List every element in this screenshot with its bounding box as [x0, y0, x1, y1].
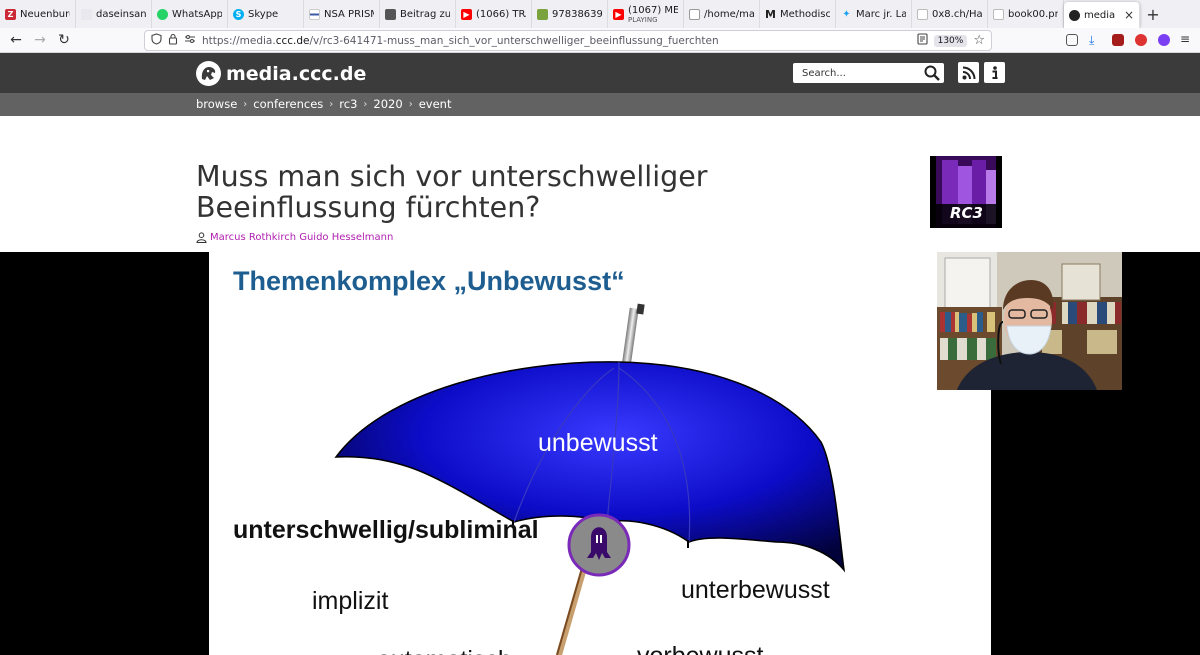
ccc-logo-icon: [196, 61, 221, 86]
ccc-icon: [1069, 9, 1080, 21]
rss-icon: [962, 66, 975, 79]
umbrella-label: unbewusst: [538, 429, 658, 457]
url-bar[interactable]: https://media.ccc.de/v/rc3-641471-muss_m…: [144, 30, 992, 51]
reload-icon[interactable]: ↻: [52, 30, 76, 50]
slide-label-unterbewusst: unterbewusst: [681, 576, 830, 604]
tab[interactable]: MMethodisch: [760, 0, 836, 28]
flag-icon: [309, 8, 320, 20]
zoom-level[interactable]: 130%: [933, 34, 968, 47]
m-icon: M: [765, 7, 776, 21]
chevron-right-icon: ›: [329, 98, 334, 110]
rss-button[interactable]: [958, 62, 979, 83]
lock-icon[interactable]: [168, 33, 178, 48]
breadcrumb-browse[interactable]: browse: [196, 97, 237, 111]
chevron-right-icon: ›: [243, 98, 248, 110]
site-logo[interactable]: media.ccc.de: [196, 61, 366, 86]
tab-strip: ZNeuenburg daseinsanalyse WhatsApp SSkyp…: [0, 0, 1200, 28]
file-icon: [689, 8, 700, 20]
breadcrumb-2020[interactable]: 2020: [373, 97, 402, 111]
search-input[interactable]: Search...: [793, 63, 944, 83]
skype-icon: S: [233, 8, 244, 20]
chevron-right-icon: ›: [363, 98, 368, 110]
person-icon: [196, 232, 207, 243]
tab[interactable]: WhatsApp: [152, 0, 228, 28]
tab[interactable]: ▶(1067) MELPLAYING: [608, 0, 684, 28]
youtube-icon: ▶: [461, 8, 472, 20]
page-icon: [917, 8, 928, 20]
tab[interactable]: /home/marc/m: [684, 0, 760, 28]
page-icon: [385, 8, 396, 20]
image-icon: [993, 8, 1004, 20]
tab[interactable]: ✦Marc jr. Lan: [836, 0, 912, 28]
download-icon[interactable]: ⤓: [1089, 34, 1101, 46]
conference-logo[interactable]: RC3: [930, 156, 1002, 228]
persons-link[interactable]: Marcus Rothkirch Guido Hesselmann: [210, 232, 393, 243]
slide-label-vorbewusst: vorbewusst: [637, 642, 763, 655]
page-title: Muss man sich vor unterschwelliger Beein…: [196, 160, 708, 224]
site-header: media.ccc.de Search...: [0, 53, 1200, 93]
slide-label-subliminal: unterschwellig/subliminal: [233, 516, 539, 544]
shield-icon[interactable]: [151, 33, 162, 48]
zotero-icon: Z: [5, 8, 16, 20]
tab[interactable]: daseinsanalyse: [76, 0, 152, 28]
whatsapp-icon: [157, 8, 168, 20]
breadcrumb-event[interactable]: event: [419, 97, 452, 111]
navigation-bar: ← → ↻ https://media.ccc.de/v/rc3-641471-…: [0, 28, 1200, 53]
tab-active[interactable]: media.ccc×: [1064, 2, 1140, 28]
speaker-webcam: [937, 252, 1122, 390]
book-icon: [537, 8, 548, 20]
ublock-icon[interactable]: [1112, 34, 1124, 46]
tab[interactable]: 0x8.ch/Hackers: [912, 0, 988, 28]
back-arrow-icon[interactable]: ←: [4, 30, 28, 50]
extension-icon[interactable]: [1158, 34, 1170, 46]
twitter-icon: ✦: [842, 8, 851, 20]
tab[interactable]: 978386393: [532, 0, 608, 28]
forward-arrow-icon[interactable]: →: [28, 30, 52, 50]
tab[interactable]: S Skype: [228, 0, 304, 28]
tab[interactable]: book00.png (P: [988, 0, 1064, 28]
chevron-right-icon: ›: [408, 98, 413, 110]
close-icon[interactable]: ×: [1124, 8, 1134, 22]
extension-icon[interactable]: [1135, 34, 1147, 46]
tab[interactable]: Z Neuenburg: [0, 0, 76, 28]
breadcrumb: browse › conferences › rc3 › 2020 › event: [196, 97, 451, 111]
breadcrumb-rc3[interactable]: rc3: [339, 97, 357, 111]
presentation-slide: Themenkomplex „Unbewusst“ unbewusst unte…: [209, 252, 991, 655]
tab[interactable]: NSA PRISM: [304, 0, 380, 28]
menu-icon[interactable]: ≡: [1180, 33, 1192, 46]
new-tab-button[interactable]: +: [1140, 0, 1166, 28]
tab[interactable]: Beitrag zu P: [380, 0, 456, 28]
video-player[interactable]: Themenkomplex „Unbewusst“ unbewusst unte…: [0, 252, 1200, 655]
youtube-icon: ▶: [613, 8, 624, 20]
bookmark-star-icon[interactable]: ☆: [973, 33, 985, 48]
permissions-icon[interactable]: [184, 34, 196, 47]
breadcrumb-bar: browse › conferences › rc3 › 2020 › event: [0, 93, 1200, 116]
info-button[interactable]: [984, 62, 1005, 83]
slide-label-partial: automatisch: [377, 646, 512, 655]
slide-label-implizit: implizit: [312, 587, 389, 615]
info-icon: [992, 65, 997, 79]
persons: Marcus Rothkirch Guido Hesselmann: [196, 232, 393, 243]
search-icon[interactable]: [924, 65, 940, 84]
url-text[interactable]: https://media.ccc.de/v/rc3-641471-muss_m…: [202, 35, 911, 47]
reader-view-icon[interactable]: [917, 33, 928, 48]
breadcrumb-conferences[interactable]: conferences: [253, 97, 323, 111]
page-icon: [81, 8, 92, 20]
tab[interactable]: ▶(1066) TRAN: [456, 0, 532, 28]
pocket-icon[interactable]: [1066, 34, 1078, 46]
